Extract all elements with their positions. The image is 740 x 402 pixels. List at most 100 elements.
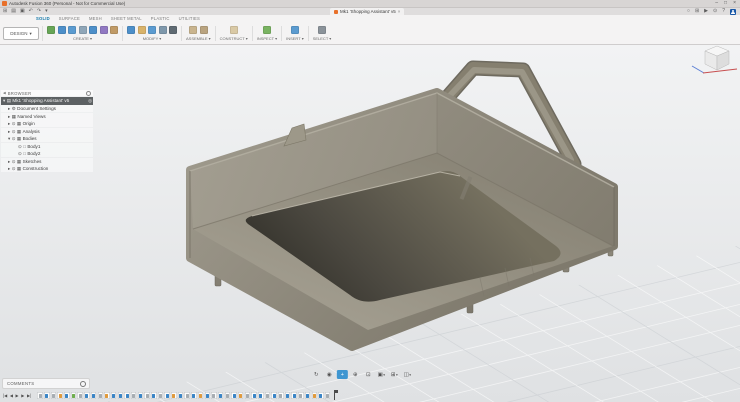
group-select-label[interactable]: SELECT [313,36,329,41]
timeline-feature-icon[interactable] [57,392,63,399]
caret-right-icon[interactable]: ▸ [8,113,10,120]
undo-icon[interactable]: ↶ [29,8,33,15]
group-construct-label[interactable]: CONSTRUCT [220,36,245,41]
caret-right-icon[interactable]: ▸ [8,128,10,135]
timeline-feature-icon[interactable] [98,392,104,399]
shell-icon[interactable] [148,26,156,34]
coil-icon[interactable] [100,26,108,34]
timeline-feature-icon[interactable] [298,392,304,399]
browser-item-sketches[interactable]: ▸ ⊙ ▦ Sketches [1,158,93,165]
eye-icon[interactable]: ⊙ [12,165,16,172]
step-forward-button[interactable]: ▶ [21,393,24,398]
notifications-icon[interactable]: ⊙ [713,8,717,15]
save-icon[interactable]: ▣ [20,8,25,15]
timeline-feature-icon[interactable] [205,392,211,399]
timeline-feature-icon[interactable] [305,392,311,399]
sweep-icon[interactable] [79,26,87,34]
press-pull-icon[interactable] [127,26,135,34]
comments-panel[interactable]: COMMENTS [2,378,90,389]
combine-icon[interactable] [159,26,167,34]
timeline-feature-icon[interactable] [171,392,177,399]
timeline-feature-icon[interactable] [51,392,57,399]
loft-icon[interactable] [89,26,97,34]
timeline-feature-icon[interactable] [312,392,318,399]
radio-icon[interactable]: ◎ [88,97,92,104]
timeline-feature-icon[interactable] [151,392,157,399]
timeline-feature-icon[interactable] [84,392,90,399]
timeline-feature-icon[interactable] [265,392,271,399]
timeline-feature-icon[interactable] [158,392,164,399]
timeline-feature-icon[interactable] [245,392,251,399]
timeline-feature-icon[interactable] [118,392,124,399]
timeline-feature-icon[interactable] [258,392,264,399]
caret-right-icon[interactable]: ▸ [8,105,10,112]
file-menu-icon[interactable]: ▤ [11,8,16,15]
document-tab-close-icon[interactable]: × [398,9,401,14]
eye-icon[interactable]: ⊙ [12,120,16,127]
timeline-feature-icon[interactable] [111,392,117,399]
browser-item-body1[interactable]: ⊙ □ Body1 [1,143,93,150]
data-panel-icon[interactable]: ⊞ [3,8,7,15]
timeline-feature-icon[interactable] [37,392,43,399]
timeline-feature-icon[interactable] [325,392,331,399]
timeline-feature-icon[interactable] [71,392,77,399]
revolve-icon[interactable] [68,26,76,34]
timeline-feature-icon[interactable] [191,392,197,399]
browser-item-origin[interactable]: ▸ ⊙ ▦ Origin [1,120,93,127]
timeline-feature-icon[interactable] [131,392,137,399]
caret-down-icon[interactable]: ▾ [8,135,10,142]
browser-options-icon[interactable] [86,91,91,96]
timeline-feature-icon[interactable] [178,392,184,399]
fillet-icon[interactable] [138,26,146,34]
browser-item-construction[interactable]: ▸ ⊙ ▦ Construction [1,165,93,172]
browser-item-bodies[interactable]: ▾ ⊙ ▦ Bodies [1,135,93,142]
zoom-button[interactable]: ⊕ [350,370,361,379]
step-back-button[interactable]: ◀ [10,393,13,398]
caret-right-icon[interactable]: ▸ [8,120,10,127]
eye-icon[interactable]: ⊙ [18,150,22,157]
new-component-icon[interactable] [47,26,55,34]
go-to-start-button[interactable]: |◀ [3,393,7,398]
timeline-playhead[interactable] [334,391,336,400]
play-button[interactable]: ▶ [16,393,19,398]
timeline-feature-icon[interactable] [231,392,237,399]
caret-right-icon[interactable]: ▸ [8,165,10,172]
timeline-feature-icon[interactable] [77,392,83,399]
timeline-feature-icon[interactable] [184,392,190,399]
extensions-icon[interactable]: ⊞ [695,8,699,15]
insert-canvas-icon[interactable] [291,26,299,34]
extrude-icon[interactable] [58,26,66,34]
group-insert-label[interactable]: INSERT [286,36,301,41]
eye-icon[interactable]: ⊙ [12,158,16,165]
look-at-button[interactable]: ◉ [324,370,335,379]
go-to-end-button[interactable]: ▶| [27,393,31,398]
move-copy-icon[interactable] [169,26,177,34]
document-tab[interactable]: Mk1 'Shopping Assistant' v5 × [330,8,404,15]
timeline-feature-icon[interactable] [198,392,204,399]
eye-icon[interactable]: ⊙ [18,143,22,150]
avatar-circle-icon[interactable]: ○ [687,8,690,15]
timeline-feature-icon[interactable] [291,392,297,399]
timeline-feature-icon[interactable] [138,392,144,399]
viewports-button[interactable]: ◫▾ [402,370,413,379]
viewport-canvas[interactable]: ◀ BROWSER ▾ ▤ Mk1 'Shopping Assistant' v… [0,44,740,402]
tab-sheet-metal[interactable]: SHEET METAL [111,15,142,23]
timeline-feature-icon[interactable] [225,392,231,399]
job-status-icon[interactable]: ▶ [704,8,708,15]
measure-icon[interactable] [263,26,271,34]
construction-plane-icon[interactable] [230,26,238,34]
fit-button[interactable]: ⊡ [363,370,374,379]
pan-button[interactable]: + [337,370,348,379]
timeline-feature-icon[interactable] [144,392,150,399]
maximize-button[interactable]: □ [724,0,727,7]
timeline-feature-icon[interactable] [238,392,244,399]
tab-surface[interactable]: SURFACE [59,15,80,23]
timeline-feature-icon[interactable] [44,392,50,399]
select-cursor-icon[interactable] [318,26,326,34]
timeline-feature-icon[interactable] [164,392,170,399]
timeline-feature-icon[interactable] [91,392,97,399]
timeline-feature-icon[interactable] [211,392,217,399]
help-icon[interactable]: ? [722,8,725,15]
group-inspect-label[interactable]: INSPECT [257,36,274,41]
collapse-browser-icon[interactable]: ◀ [3,91,6,95]
